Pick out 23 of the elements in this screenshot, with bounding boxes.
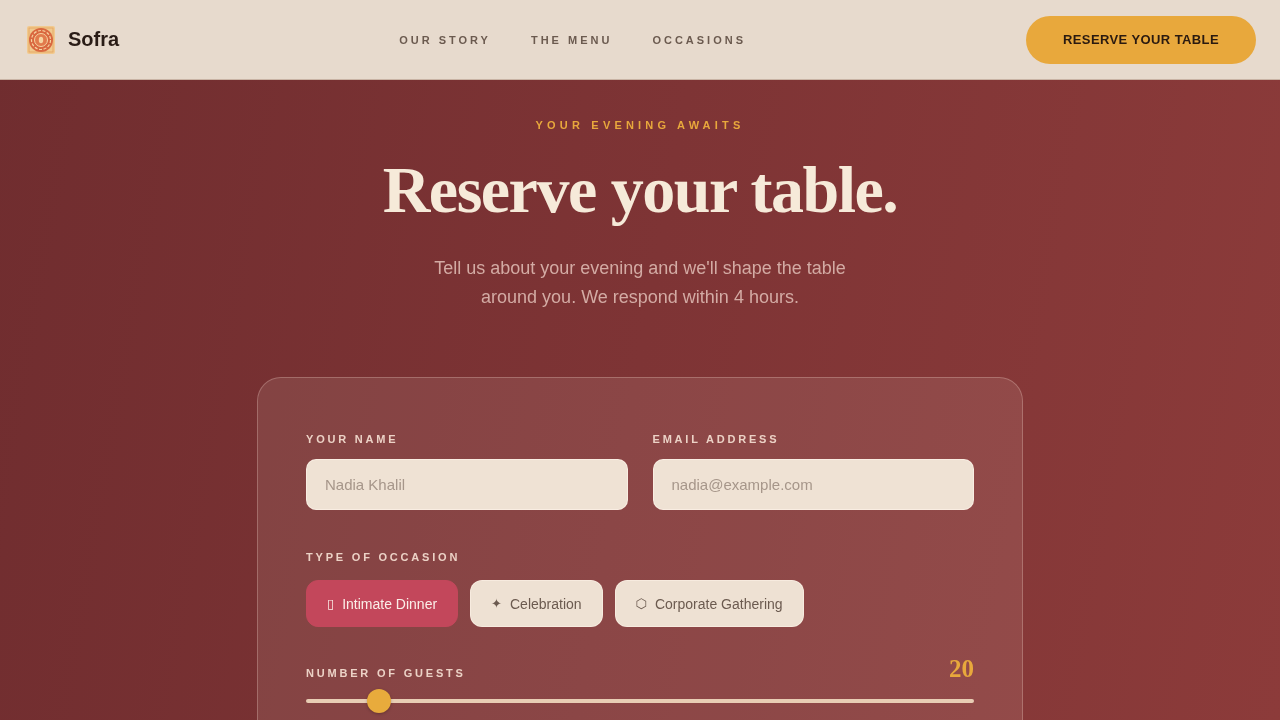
eyebrow-text: YOUR EVENING AWAITS [535, 118, 745, 132]
slider-thumb[interactable] [367, 689, 392, 713]
page-title: Reserve your table. [382, 154, 898, 226]
field-label: EMAIL ADDRESS [652, 432, 781, 446]
text-input-field[interactable]: nadia@example.com [652, 459, 974, 510]
guest-count: 20 [949, 655, 974, 683]
text-input-field[interactable]: Nadia Khalil [306, 459, 628, 510]
nav-link[interactable]: OUR STORY [399, 33, 491, 46]
nav-link[interactable]: THE MENU [530, 33, 613, 46]
field-label: YOUR NAME [306, 432, 400, 446]
field-label: TYPE OF OCCASION [306, 550, 462, 564]
mandala-logo-icon [26, 24, 56, 55]
occasion-option[interactable]: ✦ Celebration [470, 580, 603, 627]
brand-name: Sofra [68, 28, 120, 51]
subtitle-text: Tell us about your evening and we'll shape the table around you. We respond within 4 hours. [433, 257, 847, 309]
field-label: NUMBER OF GUESTS [306, 666, 466, 680]
occasion-option[interactable]: ⬡ Corporate Gathering [614, 580, 804, 627]
occasion-option[interactable]: ▯ Intimate Dinner [306, 580, 459, 627]
rectangle-icon: ▯ [327, 596, 335, 611]
reserve-table-button[interactable]: RESERVE YOUR TABLE [1026, 15, 1256, 64]
sparkle-icon: ✦ [491, 596, 502, 611]
hexagon-icon: ⬡ [635, 596, 647, 611]
nav-link[interactable]: OCCASIONS [652, 33, 746, 46]
